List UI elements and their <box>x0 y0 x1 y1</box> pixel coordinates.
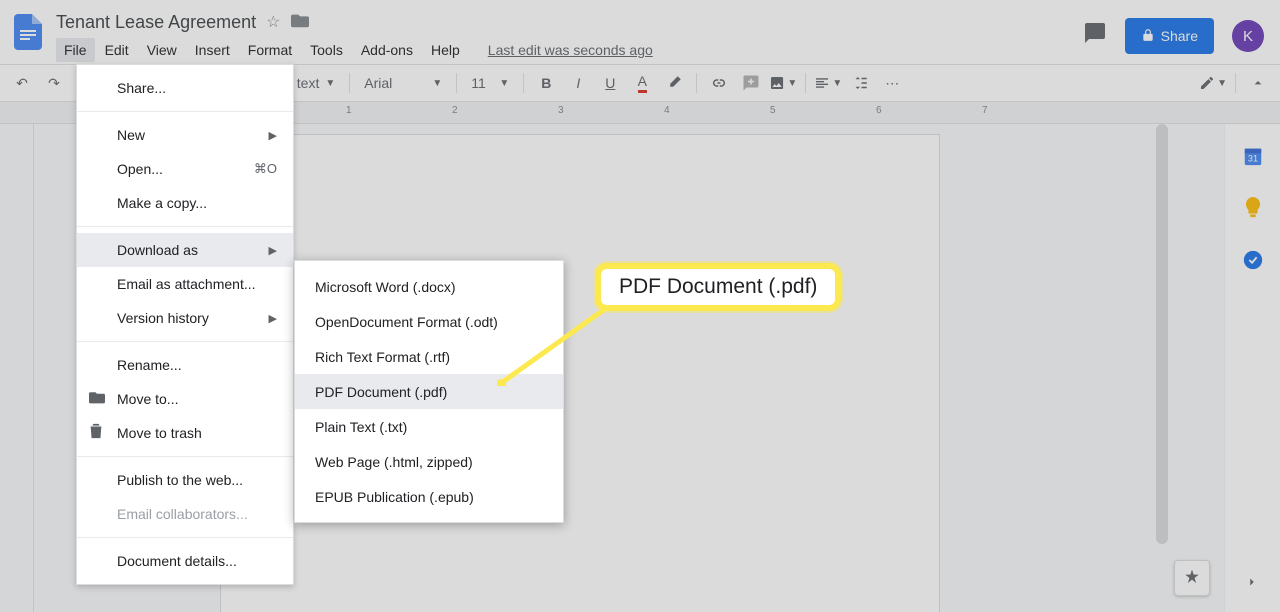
file-make-copy[interactable]: Make a copy... <box>77 186 293 220</box>
add-comment-button[interactable] <box>737 69 765 97</box>
file-email-attachment[interactable]: Email as attachment... <box>77 267 293 301</box>
title-area: Tenant Lease Agreement ☆ File Edit View … <box>56 8 1083 64</box>
star-icon[interactable]: ☆ <box>266 12 280 32</box>
menu-view[interactable]: View <box>139 38 185 62</box>
tasks-icon[interactable] <box>1241 248 1265 272</box>
document-title[interactable]: Tenant Lease Agreement <box>56 12 256 33</box>
menu-insert[interactable]: Insert <box>187 38 238 62</box>
menu-addons[interactable]: Add-ons <box>353 38 421 62</box>
file-move-to-trash[interactable]: Move to trash <box>77 416 293 450</box>
svg-text:31: 31 <box>1247 154 1257 164</box>
file-share[interactable]: Share... <box>77 71 293 105</box>
menu-bar: File Edit View Insert Format Tools Add-o… <box>56 36 1083 64</box>
download-html[interactable]: Web Page (.html, zipped) <box>295 444 563 479</box>
scrollbar-thumb[interactable] <box>1156 124 1168 544</box>
file-new[interactable]: New▶ <box>77 118 293 152</box>
download-pdf[interactable]: PDF Document (.pdf) <box>295 374 563 409</box>
menu-tools[interactable]: Tools <box>302 38 351 62</box>
editing-mode-button[interactable]: ▼ <box>1199 69 1227 97</box>
file-version-history[interactable]: Version history▶ <box>77 301 293 335</box>
more-button[interactable]: ⋯ <box>878 69 906 97</box>
line-spacing-button[interactable] <box>846 69 874 97</box>
account-avatar[interactable]: K <box>1232 20 1264 52</box>
bold-button[interactable]: B <box>532 69 560 97</box>
align-button[interactable]: ▼ <box>814 69 842 97</box>
trash-icon <box>89 423 103 443</box>
hide-side-panel-button[interactable] <box>1238 568 1266 596</box>
download-odt[interactable]: OpenDocument Format (.odt) <box>295 304 563 339</box>
explore-button[interactable] <box>1174 560 1210 596</box>
annotation-callout: PDF Document (.pdf) <box>595 263 841 311</box>
menu-help[interactable]: Help <box>423 38 468 62</box>
folder-icon[interactable] <box>291 12 309 33</box>
file-open[interactable]: Open...⌘O <box>77 152 293 186</box>
file-menu-dropdown: Share... New▶ Open...⌘O Make a copy... D… <box>76 64 294 585</box>
undo-button[interactable]: ↶ <box>8 69 36 97</box>
font-size-select[interactable]: 11▼ <box>465 69 515 97</box>
menu-format[interactable]: Format <box>240 38 300 62</box>
highlight-button[interactable] <box>660 69 688 97</box>
download-epub[interactable]: EPUB Publication (.epub) <box>295 479 563 514</box>
insert-link-button[interactable] <box>705 69 733 97</box>
download-docx[interactable]: Microsoft Word (.docx) <box>295 269 563 304</box>
menu-edit[interactable]: Edit <box>97 38 137 62</box>
folder-icon <box>89 390 105 408</box>
file-email-collaborators: Email collaborators... <box>77 497 293 531</box>
download-rtf[interactable]: Rich Text Format (.rtf) <box>295 339 563 374</box>
calendar-icon[interactable]: 31 <box>1241 144 1265 168</box>
header-right: Share K <box>1083 18 1264 54</box>
download-as-submenu: Microsoft Word (.docx) OpenDocument Form… <box>294 260 564 523</box>
share-button[interactable]: Share <box>1125 18 1214 54</box>
docs-logo-icon[interactable] <box>8 12 48 52</box>
file-download-as[interactable]: Download as▶ <box>77 233 293 267</box>
file-move-to[interactable]: Move to... <box>77 382 293 416</box>
share-label: Share <box>1161 28 1198 44</box>
file-document-details[interactable]: Document details... <box>77 544 293 578</box>
insert-image-button[interactable]: ▼ <box>769 69 797 97</box>
download-txt[interactable]: Plain Text (.txt) <box>295 409 563 444</box>
comments-icon[interactable] <box>1083 21 1107 52</box>
app-header: Tenant Lease Agreement ☆ File Edit View … <box>0 0 1280 64</box>
font-select[interactable]: Arial▼ <box>358 69 448 97</box>
lock-icon <box>1141 28 1155 45</box>
text-color-button[interactable]: A <box>628 69 656 97</box>
keep-icon[interactable] <box>1241 196 1265 220</box>
italic-button[interactable]: I <box>564 69 592 97</box>
underline-button[interactable]: U <box>596 69 624 97</box>
side-panel: 31 <box>1224 124 1280 612</box>
file-publish[interactable]: Publish to the web... <box>77 463 293 497</box>
collapse-button[interactable] <box>1244 69 1272 97</box>
file-rename[interactable]: Rename... <box>77 348 293 382</box>
vertical-ruler <box>0 124 34 612</box>
last-edit-link[interactable]: Last edit was seconds ago <box>488 42 653 58</box>
redo-button[interactable]: ↷ <box>40 69 68 97</box>
menu-file[interactable]: File <box>56 38 95 62</box>
